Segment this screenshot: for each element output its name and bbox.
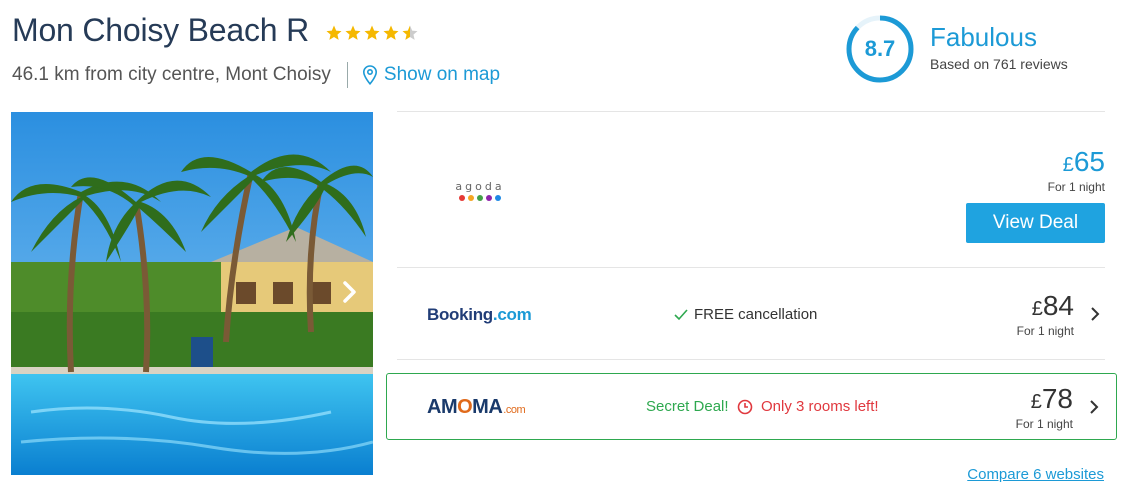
currency-symbol: £	[1031, 298, 1043, 320]
hotel-name: Mon Choisy Beach R	[12, 12, 309, 48]
distance-text: 46.1 km from city centre, Mont Choisy	[12, 64, 331, 85]
chevron-right-icon	[1090, 400, 1099, 414]
booking-logo: Booking.com	[427, 305, 532, 324]
chevron-right-icon	[1091, 307, 1100, 321]
deal-row-amoma[interactable]: AM O MA .com Secret Deal! Only 3 rooms left…	[386, 373, 1117, 440]
rating-label: Fabulous	[930, 22, 1037, 52]
currency-symbol: £	[1062, 154, 1074, 176]
next-photo-button[interactable]	[333, 272, 365, 312]
star-icon	[326, 25, 342, 40]
star-icon	[345, 25, 361, 40]
per-night-label: For 1 night	[1016, 324, 1074, 338]
chevron-right-icon	[343, 281, 356, 303]
deal-row-agoda[interactable]: agoda £65 For 1 night View Deal	[397, 112, 1105, 268]
show-on-map-label: Show on map	[383, 64, 501, 85]
compare-websites-link[interactable]: Compare 6 websites	[967, 466, 1104, 483]
clock-icon	[737, 399, 753, 414]
rooms-left-warning: Only 3 rooms left!	[737, 398, 879, 415]
review-count: Based on 761 reviews	[930, 56, 1068, 72]
show-on-map-link[interactable]: Show on map	[362, 64, 500, 86]
price-amoma: £78 For 1 night	[1015, 383, 1073, 432]
expand-deal-button[interactable]	[1085, 304, 1105, 324]
price-agoda: £65 For 1 night	[1047, 146, 1105, 195]
price-value: 65	[1073, 146, 1105, 177]
expand-deal-button[interactable]	[1084, 397, 1104, 417]
hotel-location: 46.1 km from city centre, Mont Choisy Sh…	[12, 62, 500, 88]
secret-deal-label: Secret Deal!	[646, 398, 729, 415]
free-cancellation: FREE cancellation	[674, 306, 817, 323]
price-value: 78	[1041, 383, 1073, 414]
currency-symbol: £	[1030, 391, 1042, 413]
check-icon	[674, 308, 688, 320]
price-value: 84	[1042, 290, 1074, 321]
star-rating	[325, 24, 419, 42]
per-night-label: For 1 night	[1047, 180, 1105, 194]
deal-row-booking[interactable]: Booking.com FREE cancellation £84 For 1 …	[397, 268, 1105, 360]
view-deal-button[interactable]: View Deal	[966, 203, 1105, 243]
divider	[346, 62, 348, 88]
per-night-label: For 1 night	[1015, 417, 1073, 431]
rating-score-ring: 8.7	[845, 14, 915, 84]
star-icon	[383, 25, 399, 40]
map-pin-icon	[362, 65, 377, 85]
price-booking: £84 For 1 night	[1016, 290, 1074, 339]
half-star-icon	[402, 25, 418, 40]
star-icon	[364, 25, 380, 40]
agoda-logo: agoda	[449, 180, 511, 201]
amoma-logo: AM O MA .com	[427, 396, 526, 418]
rating-score: 8.7	[864, 36, 896, 61]
hotel-photo[interactable]	[11, 112, 373, 475]
